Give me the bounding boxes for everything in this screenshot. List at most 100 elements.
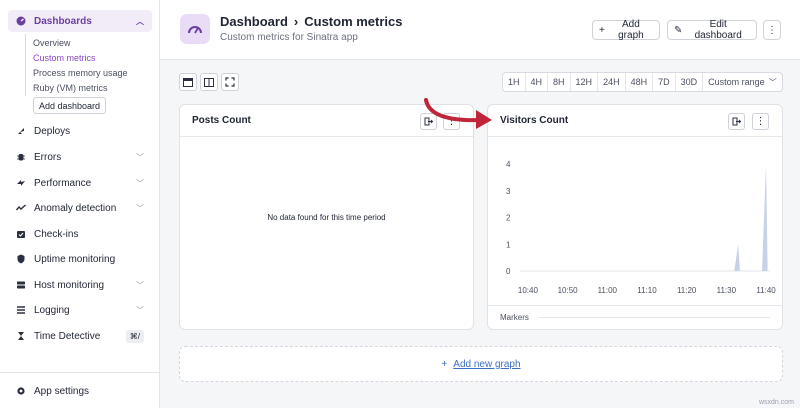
sidebar-subitem-custom-metrics[interactable]: Custom metrics [33,53,96,63]
range-1h[interactable]: 1H [503,73,526,91]
more-options-button[interactable]: ⋮ [763,20,781,40]
sidebar-item-label: Deploys [34,125,71,137]
chevron-down-icon: ﹀ [136,280,144,290]
add-new-graph-label: Add new graph [453,358,521,370]
breadcrumb-dashboard[interactable]: Dashboard [220,14,288,29]
x-tick-label: 10:50 [558,286,579,295]
edit-dashboard-button[interactable]: ✎ Edit dashboard [667,19,757,41]
sidebar-item-label: Performance [34,177,92,189]
export-button[interactable] [728,113,745,130]
annotation-arrow [424,98,492,129]
panel-more-button[interactable]: ⋮ [752,113,769,130]
markers-label: Markers [500,313,529,322]
layout-two-column-button[interactable] [200,73,218,91]
add-graph-label: Add graph [618,19,644,41]
gear-icon [16,386,26,396]
y-tick-label: 0 [506,267,511,276]
visitors-chart[interactable]: 0 1 2 3 4 10:40 10:50 11:00 11:10 11:20 11:30 11:40 [488,137,784,307]
server-icon [16,280,26,290]
logs-icon [16,305,26,315]
fullscreen-icon [225,77,235,87]
edit-dashboard-label: Edit dashboard [694,19,742,41]
range-24h[interactable]: 24H [598,73,626,91]
sidebar-item-host-monitoring[interactable]: Host monitoring ﹀ [8,274,152,296]
add-new-graph-button[interactable]: + Add new graph [179,346,783,382]
bolt-icon [16,178,26,188]
sidebar-subitem-ruby-vm[interactable]: Ruby (VM) metrics [33,83,108,93]
sidebar: Dashboards ︿ Overview Custom metrics Pro… [0,0,160,408]
chevron-down-icon: ﹀ [136,152,144,162]
y-tick-label: 4 [506,160,511,169]
sidebar-item-label: Logging [34,304,70,316]
graph-panel-posts-count: Posts Count ⋮ No data found for this tim… [179,104,474,330]
chevron-down-icon: ﹀ [768,77,777,87]
empty-state-message: No data found for this time period [267,213,386,222]
sidebar-item-deploys[interactable]: Deploys [8,120,152,142]
sidebar-item-label: Uptime monitoring [34,253,116,265]
breadcrumb: Dashboard › Custom metrics [220,14,403,29]
plus-icon: + [599,24,605,36]
shield-icon [16,254,26,264]
sidebar-item-dashboards[interactable]: Dashboards ︿ [8,10,152,32]
sidebar-item-label: Anomaly detection [34,202,117,214]
rocket-icon [16,126,26,136]
sidebar-item-logging[interactable]: Logging ﹀ [8,299,152,321]
watermark: wsxdn.com [758,399,794,406]
sidebar-item-uptime-monitoring[interactable]: Uptime monitoring [8,248,152,270]
sidebar-item-performance[interactable]: Performance ﹀ [8,172,152,194]
export-icon [732,117,741,126]
range-30d[interactable]: 30D [676,73,704,91]
graph-panel-visitors-count: Visitors Count ⋮ 0 1 2 3 4 10:40 10:50 11:00 11:… [487,104,783,330]
y-tick-label: 1 [506,240,511,249]
range-4h[interactable]: 4H [526,73,549,91]
layout-columns-icon [204,77,214,87]
sidebar-item-app-settings[interactable]: App settings [8,380,152,402]
custom-range-select[interactable]: Custom range ﹀ [703,73,782,91]
sidebar-item-errors[interactable]: Errors ﹀ [8,146,152,168]
plus-icon: + [441,358,448,370]
range-8h[interactable]: 8H [548,73,571,91]
page-header: Dashboard › Custom metrics Custom metric… [160,0,800,60]
sidebar-item-time-detective[interactable]: Time Detective ⌘/ [8,325,152,347]
area-spike [734,244,740,271]
chevron-down-icon: ﹀ [136,305,144,315]
hourglass-icon [16,331,26,341]
keyboard-shortcut-badge: ⌘/ [125,329,144,343]
sidebar-item-label: App settings [34,385,90,397]
x-tick-label: 11:00 [598,286,618,295]
fullscreen-button[interactable] [221,73,239,91]
sidebar-item-check-ins[interactable]: Check-ins [8,223,152,245]
dashboard-gauge-icon [180,14,210,44]
kebab-menu-icon: ⋮ [755,116,766,127]
sidebar-item-label: Time Detective [34,330,101,342]
range-12h[interactable]: 12H [571,73,599,91]
chevron-down-icon: ﹀ [136,203,144,213]
x-tick-label: 11:20 [677,286,697,295]
page-subtitle: Custom metrics for Sinatra app [220,32,358,43]
sidebar-subitem-process-memory[interactable]: Process memory usage [33,68,128,78]
submenu-rail [25,34,26,96]
layout-single-column-button[interactable] [179,73,197,91]
chevron-up-icon: ︿ [136,16,144,26]
calendar-check-icon [16,229,26,239]
range-7d[interactable]: 7D [653,73,676,91]
sidebar-item-anomaly-detection[interactable]: Anomaly detection ﹀ [8,197,152,219]
x-tick-label: 11:40 [756,286,776,295]
chevron-down-icon: ﹀ [136,178,144,188]
x-tick-label: 10:40 [518,286,539,295]
area-spike [762,164,768,271]
add-graph-button[interactable]: + Add graph [592,19,660,41]
bug-icon [16,152,26,162]
range-48h[interactable]: 48H [626,73,654,91]
page-title: Custom metrics [304,14,403,29]
add-dashboard-button[interactable]: Add dashboard [33,97,107,114]
edit-icon: ✎ [674,24,683,36]
custom-range-label: Custom range [708,77,765,87]
breadcrumb-separator: › [293,14,299,29]
layout-single-icon [183,77,193,87]
y-tick-label: 2 [506,214,511,223]
kebab-menu-icon: ⋮ [767,24,777,36]
sidebar-subitem-overview[interactable]: Overview [33,38,71,48]
y-tick-label: 3 [506,187,511,196]
anomaly-icon [16,203,26,213]
